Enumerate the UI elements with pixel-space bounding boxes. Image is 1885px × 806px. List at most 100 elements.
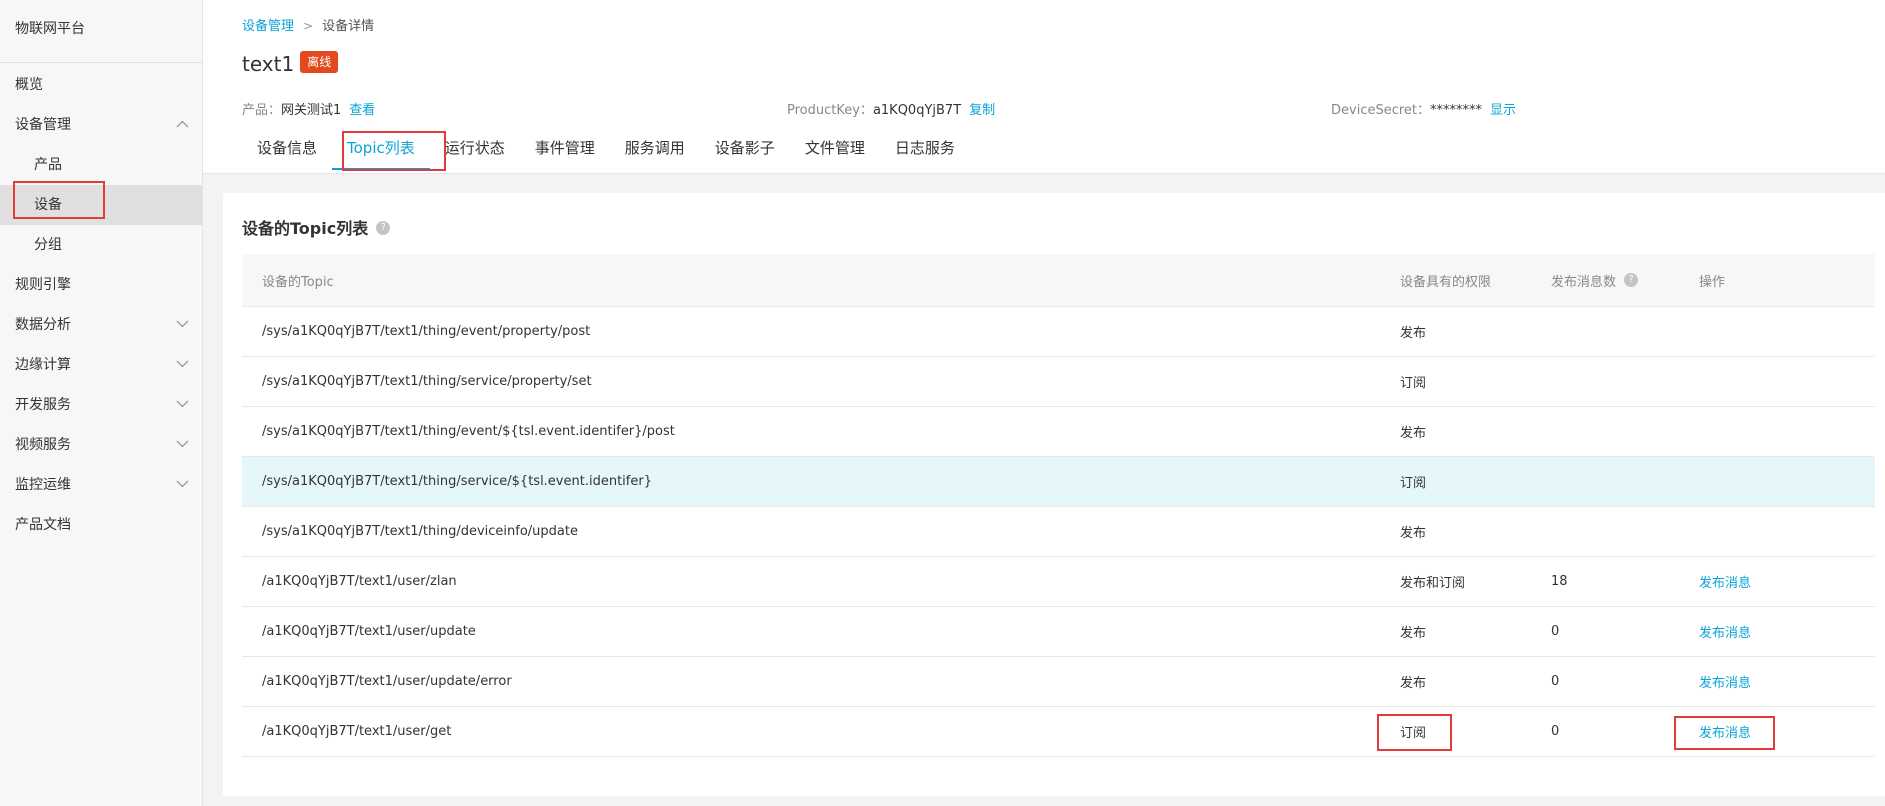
- sidebar-item-label: 设备管理: [15, 117, 71, 133]
- table-row: /sys/a1KQ0qYjB7T/text1/thing/event/prope…: [242, 306, 1875, 357]
- action-cell: 发布消息: [1699, 606, 1875, 657]
- device-header: 设备管理 > 设备详情 text1 离线 产品：网关测试1 查看 ProductKey：…: [203, 0, 1885, 174]
- permission-cell: 发布: [1400, 656, 1551, 707]
- tab-log-service[interactable]: 日志服务: [880, 130, 970, 168]
- tab-topic-list[interactable]: Topic列表: [332, 130, 430, 170]
- chevron-down-icon: [176, 425, 190, 465]
- sidebar-item-label: 数据分析: [15, 317, 71, 333]
- tab-device-shadow[interactable]: 设备影子: [700, 130, 790, 168]
- table-row: /a1KQ0qYjB7T/text1/user/get 订阅 0 发布消息: [242, 706, 1875, 757]
- publish-message-link[interactable]: 发布消息: [1699, 726, 1751, 741]
- show-devicesecret-link[interactable]: 显示: [1490, 103, 1516, 118]
- message-count-cell: 0: [1551, 656, 1699, 707]
- message-count-cell: [1551, 306, 1699, 357]
- productkey-label: ProductKey：: [787, 103, 873, 118]
- sidebar-item-label: 产品文档: [15, 517, 71, 533]
- column-header-message-count: 发布消息数?: [1551, 254, 1699, 307]
- productkey-value: a1KQ0qYjB7T: [872, 103, 962, 118]
- sidebar-item-device[interactable]: 设备: [0, 185, 202, 225]
- publish-message-link[interactable]: 发布消息: [1699, 676, 1751, 691]
- permission-cell: 发布: [1400, 406, 1551, 457]
- permission-cell: 订阅: [1400, 456, 1551, 507]
- message-count-cell: 18: [1551, 556, 1699, 607]
- publish-message-link[interactable]: 发布消息: [1699, 626, 1751, 641]
- productkey-info: ProductKey：a1KQ0qYjB7T 复制: [787, 99, 995, 118]
- product-info: 产品：网关测试1 查看: [242, 99, 375, 118]
- sidebar-item-label: 产品: [34, 157, 62, 173]
- platform-title: 物联网平台: [0, 0, 202, 63]
- sidebar-item-product[interactable]: 产品: [0, 145, 202, 185]
- column-header-message-count-label: 发布消息数: [1551, 274, 1617, 290]
- chevron-down-icon: [176, 465, 190, 505]
- sidebar-item-monitoring[interactable]: 监控运维: [0, 465, 202, 505]
- permission-cell: 发布: [1400, 606, 1551, 657]
- devicesecret-info: DeviceSecret：******** 显示: [1331, 99, 1516, 118]
- column-header-topic: 设备的Topic: [242, 254, 1400, 307]
- devicesecret-label: DeviceSecret：: [1331, 103, 1431, 118]
- tab-runtime-status[interactable]: 运行状态: [430, 130, 520, 168]
- action-cell: [1699, 406, 1875, 457]
- sidebar-item-dev-services[interactable]: 开发服务: [0, 385, 202, 425]
- action-cell: [1699, 456, 1875, 507]
- sidebar-item-product-docs[interactable]: 产品文档: [0, 505, 202, 545]
- action-cell: [1699, 306, 1875, 357]
- publish-message-link[interactable]: 发布消息: [1699, 576, 1751, 591]
- tab-service-invocation[interactable]: 服务调用: [610, 130, 700, 168]
- status-badge: 离线: [300, 51, 339, 73]
- topic-cell: /a1KQ0qYjB7T/text1/user/update/error: [242, 656, 1400, 707]
- breadcrumb-current: 设备详情: [322, 19, 375, 34]
- table-row: /sys/a1KQ0qYjB7T/text1/thing/service/${t…: [242, 456, 1875, 507]
- message-count-cell: [1551, 456, 1699, 507]
- copy-productkey-link[interactable]: 复制: [969, 103, 995, 118]
- table-row: /a1KQ0qYjB7T/text1/user/update 发布 0 发布消息: [242, 606, 1875, 657]
- table-row: /sys/a1KQ0qYjB7T/text1/thing/service/pro…: [242, 356, 1875, 407]
- sidebar-item-label: 规则引擎: [15, 277, 71, 293]
- table-row: /sys/a1KQ0qYjB7T/text1/thing/deviceinfo/…: [242, 506, 1875, 557]
- breadcrumb-link-device-management[interactable]: 设备管理: [242, 19, 294, 34]
- message-count-cell: [1551, 506, 1699, 557]
- message-count-cell: 0: [1551, 606, 1699, 657]
- action-cell: 发布消息: [1699, 556, 1875, 607]
- product-label: 产品：: [242, 103, 282, 118]
- permission-cell: 发布: [1400, 306, 1551, 357]
- topic-table: 设备的Topic 设备具有的权限 发布消息数? 操作 /sys/a1KQ0qYj…: [242, 254, 1875, 757]
- devicesecret-value: ********: [1430, 103, 1483, 118]
- table-row: /sys/a1KQ0qYjB7T/text1/thing/event/${tsl…: [242, 406, 1875, 457]
- chevron-down-icon: [176, 345, 190, 385]
- view-product-link[interactable]: 查看: [349, 103, 375, 118]
- topic-cell: /sys/a1KQ0qYjB7T/text1/thing/deviceinfo/…: [242, 506, 1400, 557]
- chevron-up-icon: [176, 105, 190, 145]
- tab-device-info[interactable]: 设备信息: [242, 130, 332, 168]
- message-count-cell: [1551, 356, 1699, 407]
- topic-cell: /sys/a1KQ0qYjB7T/text1/thing/service/${t…: [242, 456, 1400, 507]
- sidebar-item-label: 边缘计算: [15, 357, 71, 373]
- tab-file-management[interactable]: 文件管理: [790, 130, 880, 168]
- sidebar-item-rule-engine[interactable]: 规则引擎: [0, 265, 202, 305]
- message-count-cell: 0: [1551, 706, 1699, 757]
- sidebar-item-overview[interactable]: 概览: [0, 65, 202, 105]
- sidebar-item-label: 开发服务: [15, 397, 71, 413]
- action-cell: [1699, 356, 1875, 407]
- help-icon[interactable]: ?: [376, 220, 391, 235]
- device-tabs: 设备信息 Topic列表 运行状态 事件管理 服务调用 设备影子 文件管理 日志服务: [242, 130, 970, 174]
- table-header-row: 设备的Topic 设备具有的权限 发布消息数? 操作: [242, 254, 1875, 307]
- sidebar-item-device-management[interactable]: 设备管理: [0, 105, 202, 145]
- sidebar-item-data-analysis[interactable]: 数据分析: [0, 305, 202, 345]
- topic-list-card: 设备的Topic列表? 设备的Topic 设备具有的权限 发布消息数? 操作 /…: [223, 193, 1885, 796]
- sidebar-item-video-services[interactable]: 视频服务: [0, 425, 202, 465]
- action-cell: 发布消息: [1699, 706, 1875, 757]
- help-icon[interactable]: ?: [1624, 273, 1639, 287]
- permission-cell: 发布和订阅: [1400, 556, 1551, 607]
- sidebar-item-group[interactable]: 分组: [0, 225, 202, 265]
- column-header-action: 操作: [1699, 254, 1875, 307]
- chevron-right-icon: >: [303, 19, 314, 33]
- table-row: /a1KQ0qYjB7T/text1/user/update/error 发布 …: [242, 656, 1875, 707]
- sidebar-item-label: 设备: [34, 197, 62, 213]
- device-title-row: text1 离线: [242, 51, 339, 82]
- topic-cell: /sys/a1KQ0qYjB7T/text1/thing/event/${tsl…: [242, 406, 1400, 457]
- sidebar-item-edge-computing[interactable]: 边缘计算: [0, 345, 202, 385]
- tab-event-management[interactable]: 事件管理: [520, 130, 610, 168]
- sidebar-nav: 概览 设备管理 产品 设备 分组 规则引擎 数据分析 边缘计算 开发服务 视频服…: [0, 63, 202, 545]
- permission-cell: 发布: [1400, 506, 1551, 557]
- sidebar: 物联网平台 概览 设备管理 产品 设备 分组 规则引擎 数据分析 边缘计算 开发…: [0, 0, 203, 806]
